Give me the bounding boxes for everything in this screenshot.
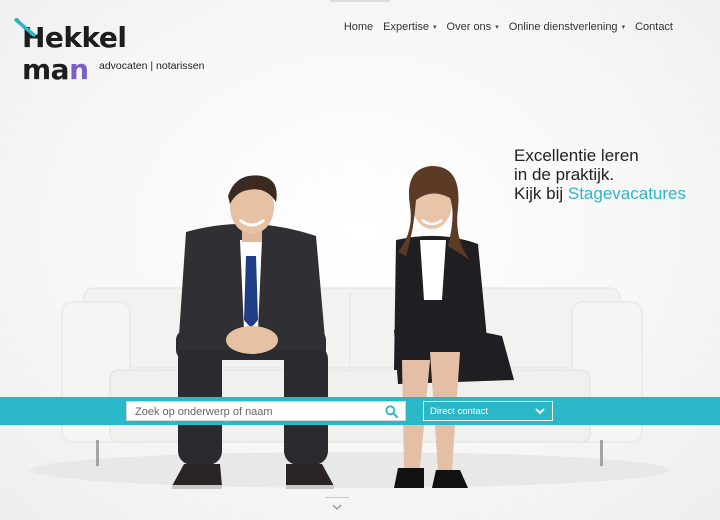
headline-line-1: Excellentie leren [514, 146, 639, 165]
direct-contact-select[interactable]: Direct contact [423, 401, 553, 421]
headline-line-2: in de praktijk. [514, 165, 615, 184]
nav-item-contact[interactable]: Contact [630, 21, 678, 33]
caret-down-icon: ▾ [433, 24, 437, 31]
search-icon[interactable] [385, 405, 398, 418]
nav-item-label: Contact [635, 21, 673, 33]
chevron-down-icon [535, 408, 545, 415]
caret-down-icon: ▾ [495, 24, 499, 31]
chevron-down-icon [332, 504, 342, 510]
logo-tail-icon [14, 18, 36, 37]
direct-contact-label: Direct contact [430, 406, 489, 417]
logo-tagline: advocaten | notarissen [99, 60, 205, 72]
main-nav: Home Expertise ▾ Over ons ▾ Online diens… [339, 21, 678, 33]
logo-word-man: man [22, 53, 89, 86]
search-input[interactable] [133, 404, 377, 420]
logo-word-man-part1: ma [22, 53, 70, 86]
nav-item-label: Online dienstverlening [508, 21, 618, 33]
nav-item-label: Home [343, 21, 374, 33]
headline-line-3: Kijk bij Stagevacatures [514, 184, 686, 203]
nav-item-label: Expertise [383, 21, 430, 33]
hero-section: Hekkel man advocaten | notarissen Home E… [0, 0, 720, 520]
nav-item-over-ons[interactable]: Over ons ▾ [442, 21, 504, 33]
site-logo[interactable]: Hekkel man advocaten | notarissen [14, 18, 214, 98]
nav-top-divider [330, 0, 390, 2]
nav-item-expertise[interactable]: Expertise ▾ [378, 21, 441, 33]
stagevacatures-link[interactable]: Stagevacatures [568, 184, 686, 203]
search-box [126, 401, 406, 421]
nav-item-home[interactable]: Home [339, 21, 378, 33]
logo-word-man-part2: n [69, 53, 89, 86]
caret-down-icon: ▾ [621, 24, 626, 31]
hero-headline: Excellentie leren in de praktijk. Kijk b… [514, 146, 686, 203]
nav-item-label: Over ons [446, 21, 492, 33]
scroll-down-button[interactable] [325, 497, 349, 518]
headline-line-3-prefix: Kijk bij [514, 184, 568, 203]
sofa-illustration [61, 287, 643, 466]
nav-item-online-dienstverlening[interactable]: Online dienstverlening ▾ [504, 21, 630, 33]
